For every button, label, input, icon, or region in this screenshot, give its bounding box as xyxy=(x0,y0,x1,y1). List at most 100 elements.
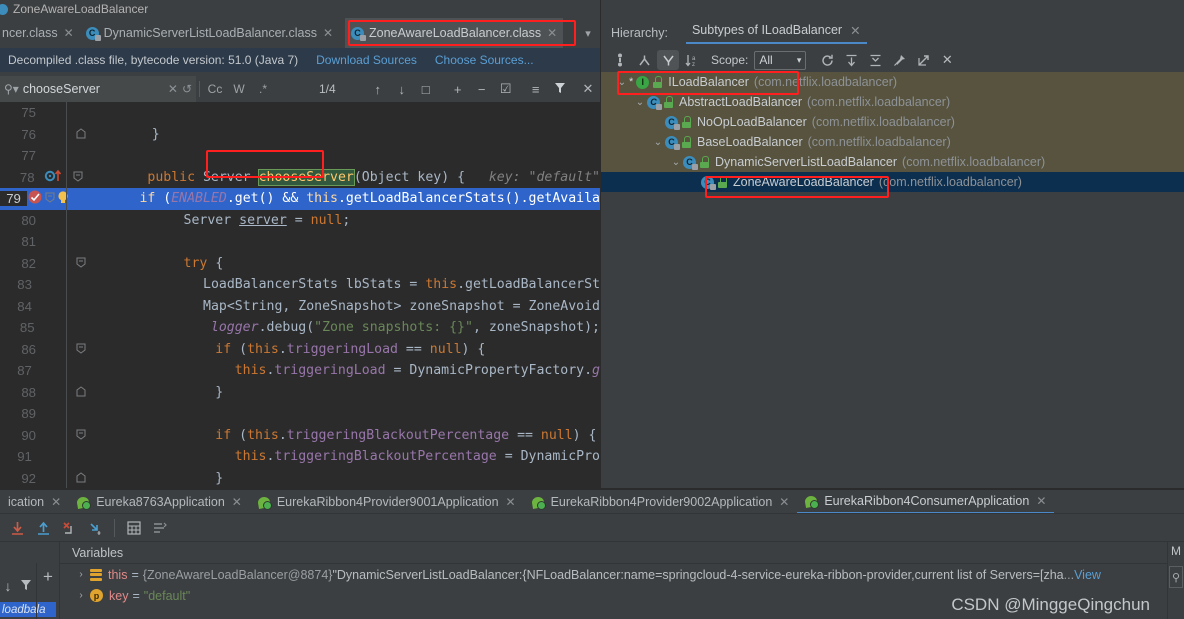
find-bar[interactable]: ⚲▾ chooseServer ✕ ↺ Cc W .* 1/4 ↑ ↓ □ + … xyxy=(0,76,600,102)
view-value-link[interactable]: View xyxy=(1074,568,1101,582)
code-line[interactable]: 88 } xyxy=(0,382,600,404)
chevron-down-icon[interactable]: ⌄ xyxy=(651,137,665,148)
hierarchy-tree[interactable]: ⌄ * I ILoadBalancer (com.netflix.loadbalance… xyxy=(601,72,1184,200)
show-frames-icon[interactable] xyxy=(147,516,173,540)
close-icon[interactable]: ✕ xyxy=(323,26,333,40)
search-icon[interactable]: ⚲ xyxy=(1169,566,1183,588)
chevron-down-icon[interactable]: ⌄ xyxy=(615,77,629,88)
run-tab-2[interactable]: EurekaRibbon4Provider9001Application ✕ xyxy=(250,490,524,514)
fold-collapse-icon[interactable] xyxy=(70,342,92,357)
code-line[interactable]: 90 if (this.triggeringBlackoutPercentage… xyxy=(0,425,600,447)
filter-icon[interactable] xyxy=(548,82,572,97)
fold-end-icon[interactable] xyxy=(70,471,92,486)
choose-sources-link[interactable]: Choose Sources... xyxy=(435,53,534,67)
fold-end-icon[interactable] xyxy=(70,127,92,142)
open-in-new-icon[interactable] xyxy=(912,50,934,70)
fold-collapse-icon[interactable] xyxy=(67,170,88,185)
editor-tab-bar[interactable]: ncer.class ✕ C DynamicServerListLoadBala… xyxy=(0,18,600,48)
close-find-icon[interactable]: ✕ xyxy=(576,81,600,97)
code-line[interactable]: 84 Map<String, ZoneSnapshot> zoneSnapsho… xyxy=(0,296,600,318)
intention-bulb-icon[interactable] xyxy=(56,190,70,208)
add-occurrence-icon[interactable]: + xyxy=(446,82,470,97)
hierarchy-tree-row[interactable]: ⌄ C BaseLoadBalancer (com.netflix.loadbalan… xyxy=(601,132,1184,152)
filter-icon[interactable] xyxy=(20,578,32,594)
sort-alphabetically-icon[interactable]: az xyxy=(681,50,703,70)
expand-chevron-icon[interactable]: › xyxy=(72,590,90,601)
code-line[interactable]: 80 Server server = null; xyxy=(0,210,600,232)
run-tab-1[interactable]: Eureka8763Application ✕ xyxy=(69,490,250,514)
run-tool-tab-bar[interactable]: ication ✕ Eureka8763Application ✕ EurekaRibb… xyxy=(0,490,1184,514)
code-editor[interactable]: 75 76 } 77 78 public Server chooseServer(Ob… xyxy=(0,102,600,490)
refresh-icon[interactable] xyxy=(816,50,838,70)
search-input[interactable]: ⚲▾ chooseServer ✕ ↺ xyxy=(0,76,196,102)
editor-tab-2[interactable]: C ZoneAwareLoadBalancer.class ✕ xyxy=(345,18,564,48)
hierarchy-tree-row[interactable]: ⌄ * I ILoadBalancer (com.netflix.loadbalance… xyxy=(601,72,1184,92)
close-icon[interactable]: ✕ xyxy=(1036,494,1046,508)
fold-collapse-icon[interactable] xyxy=(43,191,56,206)
step-over-icon[interactable] xyxy=(4,516,30,540)
chevron-down-icon[interactable]: ⌄ xyxy=(633,97,647,108)
variables-side-toolbar[interactable]: ↓ loadbala + − xyxy=(0,564,60,619)
download-sources-link[interactable]: Download Sources xyxy=(316,53,417,67)
fold-collapse-icon[interactable] xyxy=(70,428,92,443)
override-method-icon[interactable] xyxy=(41,169,68,186)
code-line[interactable]: 87 this.triggeringLoad = DynamicProperty… xyxy=(0,360,600,382)
clear-icon[interactable]: ✕ xyxy=(168,82,178,96)
editor-tab-0[interactable]: ncer.class ✕ xyxy=(0,18,80,48)
collapse-all-icon[interactable] xyxy=(864,50,886,70)
close-icon[interactable]: ✕ xyxy=(779,495,789,509)
hierarchy-tab-bar[interactable]: Hierarchy: Subtypes of ILoadBalancer ✕ xyxy=(601,18,1184,48)
close-icon[interactable]: ✕ xyxy=(547,26,557,40)
hierarchy-tree-row[interactable]: C ZoneAwareLoadBalancer (com.netflix.loadb… xyxy=(601,172,1184,192)
close-icon[interactable]: ✕ xyxy=(232,495,242,509)
code-line[interactable]: 81 xyxy=(0,231,600,253)
step-into-icon[interactable] xyxy=(30,516,56,540)
hierarchy-toolbar[interactable]: az Scope: All ▾ ✕ xyxy=(601,48,1184,72)
code-line[interactable]: 82 try { xyxy=(0,253,600,275)
find-previous-icon[interactable]: ↑ xyxy=(366,82,390,97)
hierarchy-tree-row[interactable]: ⌄ C DynamicServerListLoadBalancer (com.netf… xyxy=(601,152,1184,172)
code-line[interactable]: 75 xyxy=(0,102,600,124)
code-line[interactable]: 92 } xyxy=(0,468,600,490)
code-line[interactable]: 85 logger.debug("Zone snapshots: {}", zo… xyxy=(0,317,600,339)
hierarchy-tree-row[interactable]: ⌄ C AbstractLoadBalancer (com.netflix.loadb… xyxy=(601,92,1184,112)
select-all-occurrences-icon[interactable]: □ xyxy=(414,82,438,97)
search-history-icon[interactable]: ↺ xyxy=(182,82,192,96)
select-occurrences-icon[interactable]: ☑ xyxy=(494,81,518,97)
close-icon[interactable]: ✕ xyxy=(850,23,860,38)
run-tab-0[interactable]: ication ✕ xyxy=(0,490,69,514)
force-step-into-icon[interactable] xyxy=(56,516,82,540)
step-out-icon[interactable] xyxy=(82,516,108,540)
code-line[interactable]: 77 xyxy=(0,145,600,167)
pin-icon[interactable] xyxy=(888,50,910,70)
hierarchy-tab-subtypes[interactable]: Subtypes of ILoadBalancer ✕ xyxy=(685,23,867,44)
scope-select[interactable]: All ▾ xyxy=(754,50,807,70)
run-tab-4[interactable]: EurekaRibbon4ConsumerApplication ✕ xyxy=(797,490,1055,514)
code-line[interactable]: 91 this.triggeringBlackoutPercentage = D… xyxy=(0,446,600,468)
chevron-down-icon[interactable]: ▾ xyxy=(576,18,600,48)
close-icon[interactable]: ✕ xyxy=(51,495,61,509)
code-line[interactable]: 86 if (this.triggeringLoad == null) { xyxy=(0,339,600,361)
variable-row[interactable]: › this = {ZoneAwareLoadBalancer@8874} "Dyna… xyxy=(72,564,1184,585)
remove-occurrence-icon[interactable]: − xyxy=(470,82,494,97)
chevron-down-icon[interactable]: ⌄ xyxy=(669,157,683,168)
code-line[interactable]: 89 xyxy=(0,403,600,425)
supertypes-icon[interactable] xyxy=(633,50,655,70)
code-line[interactable]: 76 } xyxy=(0,124,600,146)
close-hierarchy-icon[interactable]: ✕ xyxy=(936,50,958,70)
code-line[interactable]: 83 LoadBalancerStats lbStats = this.getL… xyxy=(0,274,600,296)
evaluate-expression-icon[interactable] xyxy=(121,516,147,540)
expand-chevron-icon[interactable]: › xyxy=(72,569,90,580)
watch-chip[interactable]: loadbala xyxy=(0,602,56,617)
fold-end-icon[interactable] xyxy=(70,385,92,400)
close-icon[interactable]: ✕ xyxy=(64,26,74,40)
regex-toggle[interactable]: .* xyxy=(251,82,275,96)
find-next-icon[interactable]: ↓ xyxy=(390,82,414,97)
add-watch-icon[interactable]: + xyxy=(43,567,53,587)
down-arrow-icon[interactable]: ↓ xyxy=(5,578,12,594)
subtypes-icon[interactable] xyxy=(657,50,679,70)
run-tab-3[interactable]: EurekaRibbon4Provider9002Application ✕ xyxy=(524,490,798,514)
close-icon[interactable]: ✕ xyxy=(506,495,516,509)
breakpoint-icon[interactable] xyxy=(27,189,43,208)
find-in-selection-icon[interactable]: ≡ xyxy=(524,82,548,97)
